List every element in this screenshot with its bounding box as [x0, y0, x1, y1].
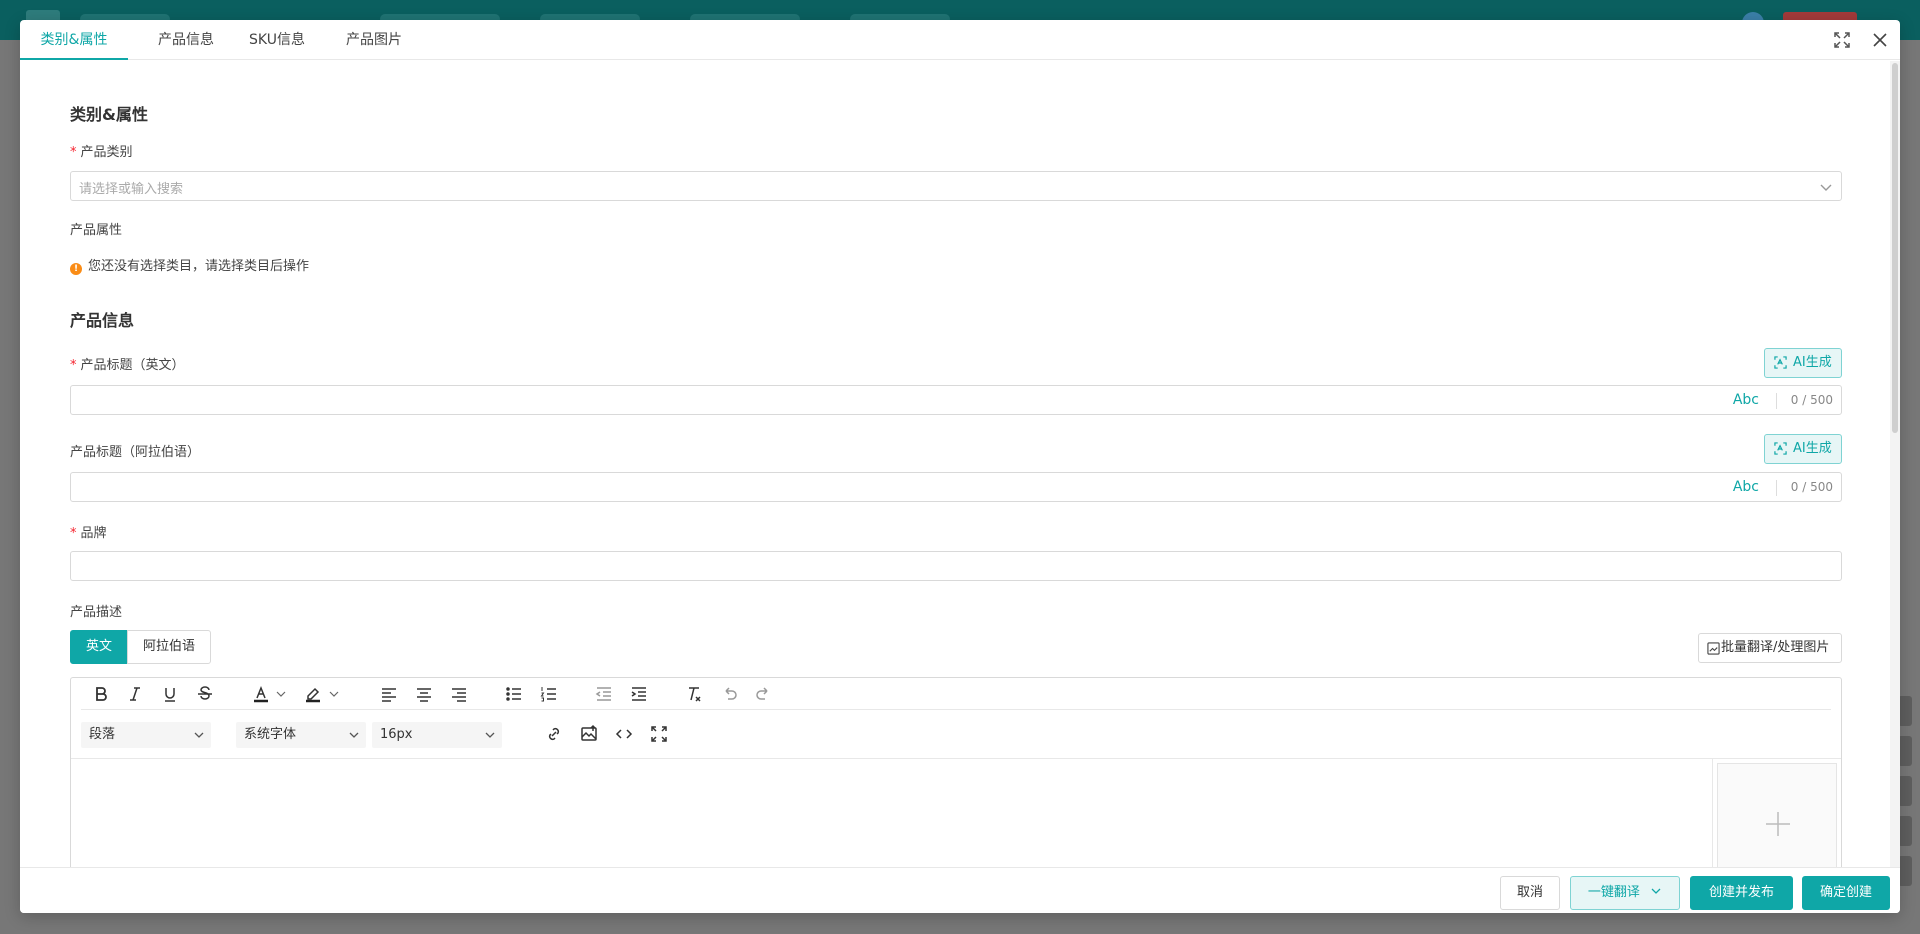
- char-count: 0 / 500: [1790, 393, 1833, 407]
- lang-tab-arabic[interactable]: 阿拉伯语: [127, 630, 211, 664]
- category-label: * 产品类别: [70, 141, 133, 160]
- chevron-down-icon: [1819, 180, 1833, 194]
- ai-generate-label: AI生成: [1793, 355, 1832, 370]
- plus-icon: [1766, 812, 1790, 836]
- chevron-down-icon: [485, 732, 495, 738]
- brand-input[interactable]: [70, 551, 1842, 581]
- category-placeholder: 请选择或输入搜索: [79, 182, 184, 197]
- brand-label: * 品牌: [70, 522, 107, 541]
- font-size-value: 16px: [380, 727, 413, 742]
- bg-side-control: [1898, 776, 1912, 806]
- confirm-create-button[interactable]: 确定创建: [1802, 876, 1890, 910]
- title-ar-label: 产品标题（阿拉伯语）: [70, 445, 201, 460]
- warning-icon: !: [70, 263, 82, 275]
- code-icon[interactable]: [614, 724, 634, 744]
- create-product-modal: 类别&属性 产品信息 SKU信息 产品图片 类别&属性 * 产品类别 请选择或输入…: [20, 20, 1900, 913]
- abc-case-toggle[interactable]: Abc: [1733, 392, 1759, 408]
- required-mark: *: [70, 358, 77, 373]
- image-upload-box[interactable]: [1717, 763, 1837, 867]
- batch-translate-label: 批量翻译/处理图片: [1721, 640, 1830, 655]
- divider: [1712, 759, 1713, 867]
- indent-icon[interactable]: [629, 684, 649, 704]
- brand-label-text: 品牌: [80, 526, 107, 541]
- tab-category-attributes[interactable]: 类别&属性: [20, 20, 128, 60]
- ai-generate-button-en[interactable]: AI生成: [1764, 348, 1842, 378]
- numbered-list-icon[interactable]: [539, 684, 559, 704]
- bg-side-control: [1898, 856, 1912, 886]
- undo-icon[interactable]: [719, 684, 739, 704]
- tab-sku-info[interactable]: SKU信息: [242, 20, 312, 60]
- italic-icon[interactable]: [125, 684, 145, 704]
- attributes-warning: ! 您还没有选择类目，请选择类目后操作: [70, 255, 309, 275]
- attributes-label: 产品属性: [70, 223, 123, 238]
- abc-case-toggle[interactable]: Abc: [1733, 479, 1759, 495]
- ai-generate-label: AI生成: [1793, 441, 1832, 456]
- align-center-icon[interactable]: [414, 684, 434, 704]
- chevron-down-icon: [1651, 888, 1661, 894]
- title-ar-input[interactable]: Abc 0 / 500: [70, 472, 1842, 502]
- redo-icon[interactable]: [754, 684, 774, 704]
- chevron-down-icon: [349, 732, 359, 738]
- char-count: 0 / 500: [1790, 480, 1833, 494]
- section-title-category: 类别&属性: [70, 105, 148, 124]
- editor-toolbar-row-1: [81, 678, 1831, 710]
- font-family-value: 系统字体: [244, 727, 297, 742]
- highlight-icon[interactable]: [303, 684, 323, 704]
- tab-product-images[interactable]: 产品图片: [336, 20, 412, 60]
- font-color-icon[interactable]: [251, 684, 271, 704]
- align-left-icon[interactable]: [379, 684, 399, 704]
- title-en-label: * 产品标题（英文）: [70, 354, 185, 373]
- lang-tab-english[interactable]: 英文: [70, 630, 128, 664]
- paragraph-select-value: 段落: [89, 727, 116, 742]
- modal-footer: 取消 一键翻译 创建并发布 确定创建: [20, 867, 1900, 913]
- strikethrough-icon[interactable]: [195, 684, 215, 704]
- insert-image-icon[interactable]: [579, 724, 599, 744]
- chevron-down-icon[interactable]: [324, 684, 339, 704]
- tab-product-info[interactable]: 产品信息: [148, 20, 224, 60]
- fullscreen-icon[interactable]: [1832, 30, 1852, 50]
- ai-generate-button-ar[interactable]: AI生成: [1764, 434, 1842, 464]
- editor-toolbar-row-2: 段落 系统字体 16px: [81, 718, 1831, 750]
- bg-side-control: [1898, 736, 1912, 766]
- create-and-publish-button[interactable]: 创建并发布: [1690, 876, 1793, 910]
- category-label-text: 产品类别: [80, 145, 133, 160]
- underline-icon[interactable]: [160, 684, 180, 704]
- title-en-input[interactable]: Abc 0 / 500: [70, 385, 1842, 415]
- outdent-icon[interactable]: [594, 684, 614, 704]
- batch-translate-button[interactable]: 批量翻译/处理图片: [1698, 633, 1842, 663]
- paragraph-select[interactable]: 段落: [81, 722, 211, 748]
- editor-content-area[interactable]: [71, 758, 1841, 867]
- rich-text-editor: 段落 系统字体 16px: [70, 677, 1842, 867]
- align-right-icon[interactable]: [449, 684, 469, 704]
- link-icon[interactable]: [544, 724, 564, 744]
- attributes-warning-text: 您还没有选择类目，请选择类目后操作: [88, 259, 310, 274]
- bg-side-control: [1898, 816, 1912, 846]
- bold-icon[interactable]: [91, 684, 111, 704]
- title-en-label-text: 产品标题（英文）: [80, 358, 185, 373]
- font-family-select[interactable]: 系统字体: [236, 722, 366, 748]
- modal-body: 类别&属性 * 产品类别 请选择或输入搜索 产品属性 ! 您还没有选择类目，请选择类…: [20, 61, 1900, 867]
- close-icon[interactable]: [1870, 30, 1890, 50]
- cancel-button[interactable]: 取消: [1500, 876, 1560, 910]
- section-title-product-info: 产品信息: [70, 311, 135, 330]
- required-mark: *: [70, 526, 77, 541]
- scrollbar-thumb[interactable]: [1892, 63, 1898, 433]
- fullscreen-icon[interactable]: [649, 724, 669, 744]
- translate-all-label: 一键翻译: [1587, 885, 1640, 900]
- scrollbar[interactable]: [1890, 61, 1900, 867]
- clear-format-icon[interactable]: [684, 684, 704, 704]
- bulleted-list-icon[interactable]: [504, 684, 524, 704]
- bg-side-control: [1898, 696, 1912, 726]
- divider: [1776, 393, 1777, 409]
- translate-all-button[interactable]: 一键翻译: [1570, 876, 1680, 910]
- chevron-down-icon[interactable]: [271, 684, 286, 704]
- required-mark: *: [70, 145, 77, 160]
- divider: [1776, 480, 1777, 496]
- chevron-down-icon: [194, 732, 204, 738]
- modal-tabs: 类别&属性 产品信息 SKU信息 产品图片: [20, 20, 1900, 60]
- font-size-select[interactable]: 16px: [372, 722, 502, 748]
- description-label: 产品描述: [70, 605, 123, 620]
- category-select[interactable]: 请选择或输入搜索: [70, 171, 1842, 201]
